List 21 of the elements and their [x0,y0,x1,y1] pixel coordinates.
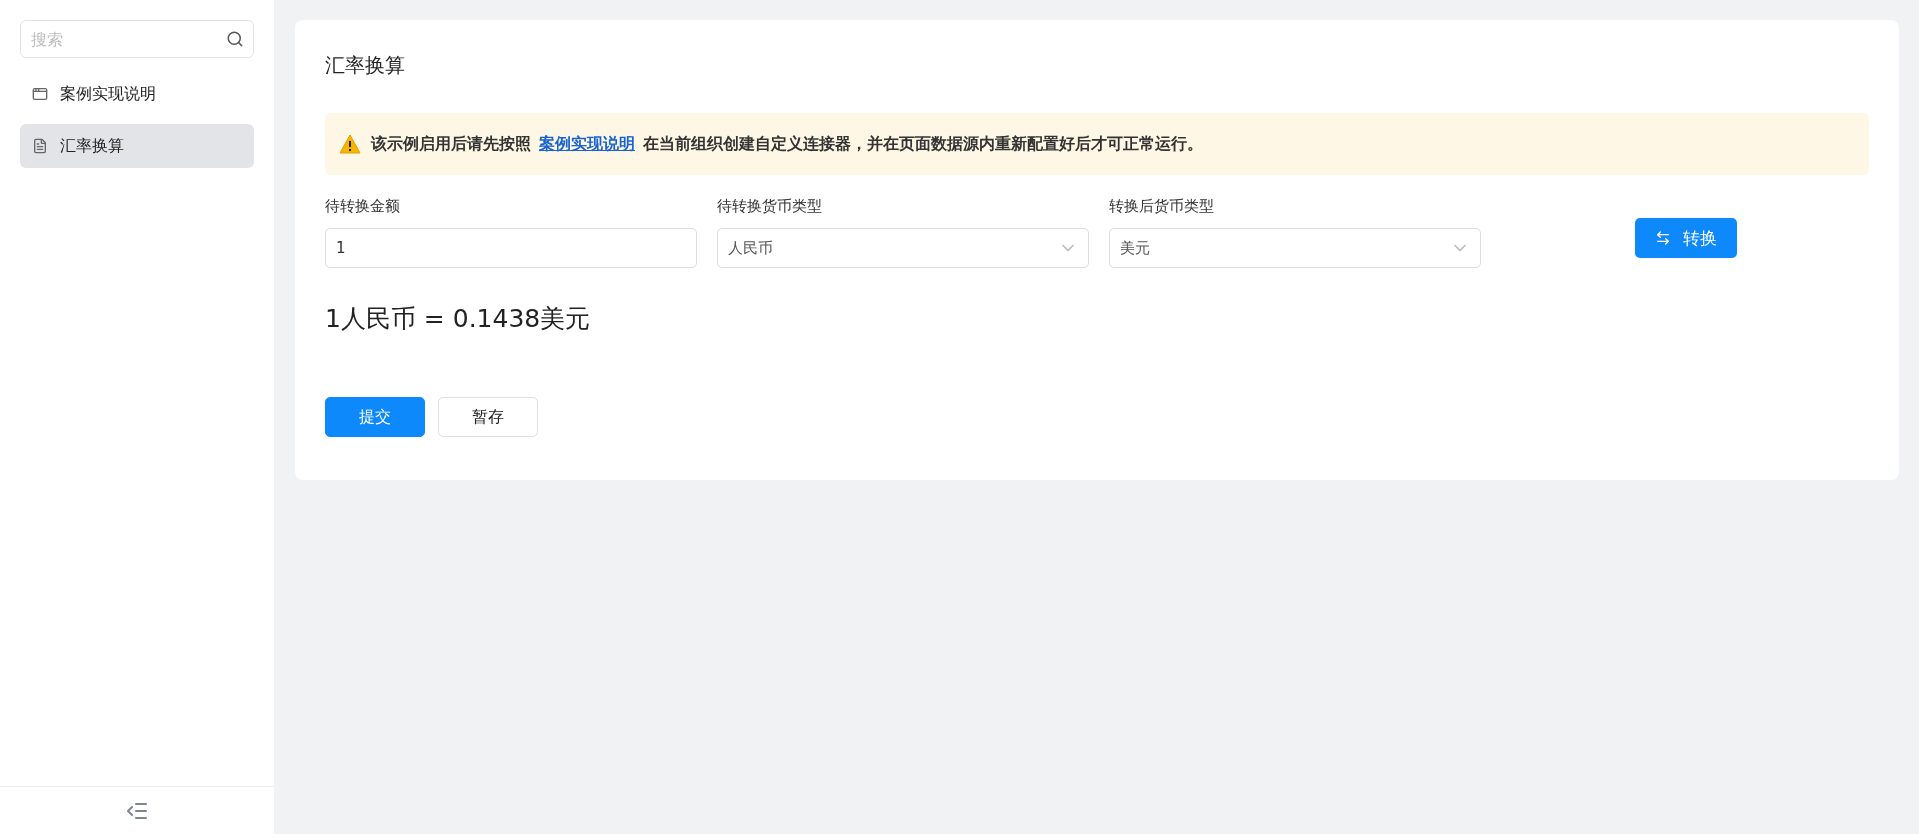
warning-icon [339,134,361,154]
warning-message: 该示例启用后请先按照 案例实现说明 在当前组织创建自定义连接器，并在页面数据源内重新配置好后才可正常运行。 [371,133,1203,155]
amount-input[interactable]: 1 [325,228,697,268]
currency-select[interactable]: 美元 [1109,228,1481,268]
save-draft-button[interactable]: 暂存 [438,397,538,437]
conversion-result: 1人民币 = 0.1438美元 [325,303,592,335]
guide-link[interactable]: 案例实现说明 [539,133,635,153]
swap-icon [1655,230,1671,246]
field-label: 转换后货币类型 [1109,197,1215,216]
search-icon [226,30,244,48]
window-icon [32,86,48,102]
sidebar-item[interactable]: 案例实现说明 [20,72,254,116]
convert-button[interactable]: 转换 [1635,218,1737,258]
sidebar-item[interactable]: 汇率换算 [20,124,254,168]
currency-select[interactable]: 人民币 [717,228,1089,268]
field-label: 待转换金额 [325,197,401,216]
search-field[interactable]: 搜索 [20,20,254,58]
submit-button[interactable]: 提交 [325,397,425,437]
field-label: 待转换货币类型 [717,197,823,216]
document-icon [32,138,48,154]
page-title: 汇率换算 [325,52,406,79]
